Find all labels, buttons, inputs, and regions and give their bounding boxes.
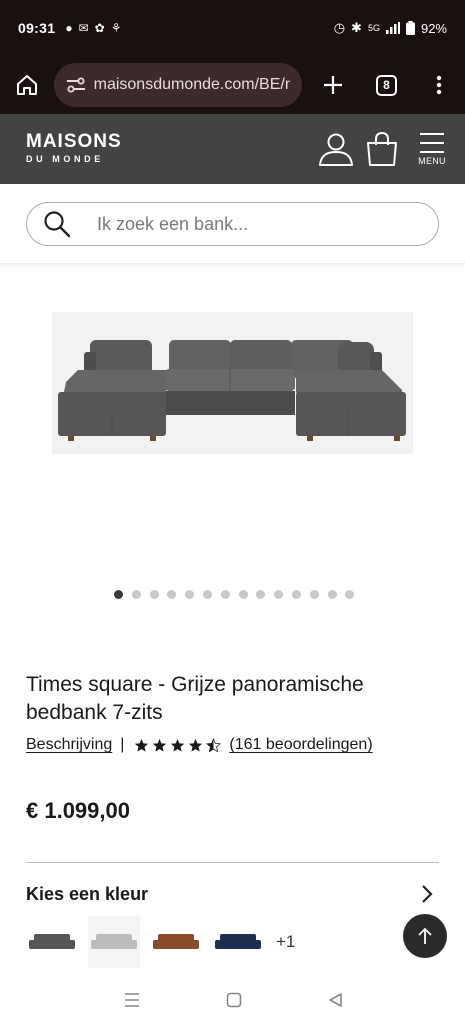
sofa-thumbnail-icon xyxy=(215,934,261,949)
carousel-dot[interactable] xyxy=(202,590,212,599)
mail-icon: ✉ xyxy=(78,21,89,35)
logo[interactable]: MAISONS DU MONDE xyxy=(26,132,122,166)
snapchat-icon: ● xyxy=(65,21,73,35)
carousel-dot[interactable] xyxy=(114,590,123,599)
carousel-dot[interactable] xyxy=(256,590,266,599)
bluetooth-icon: ✱ xyxy=(351,20,362,35)
carousel-dot[interactable] xyxy=(185,590,195,599)
carousel-dot[interactable] xyxy=(345,590,355,599)
rating-stars[interactable] xyxy=(134,737,222,753)
divider xyxy=(26,862,439,863)
sofa-thumbnail-icon xyxy=(91,934,137,949)
description-link[interactable]: Beschrijving xyxy=(26,736,112,754)
sofa-thumbnail-icon xyxy=(29,934,75,949)
color-swatch-light-grey[interactable] xyxy=(88,916,140,968)
network-label: 5G xyxy=(367,23,380,33)
color-swatch-navy[interactable] xyxy=(212,916,264,968)
color-selector-title: Kies een kleur xyxy=(26,883,149,904)
color-swatch-cognac[interactable] xyxy=(150,916,202,968)
user-icon xyxy=(319,133,353,166)
search-placeholder: Ik zoek een bank... xyxy=(97,213,249,234)
sofa-thumbnail-icon xyxy=(153,934,199,949)
chevron-right-icon xyxy=(422,885,433,903)
new-tab-button[interactable] xyxy=(306,56,360,114)
plus-icon xyxy=(323,76,342,94)
fan-icon: ⚘ xyxy=(110,21,122,35)
carousel-dot[interactable] xyxy=(167,590,177,599)
search-section: Ik zoek een bank... xyxy=(0,184,465,264)
logo-top: MAISONS xyxy=(26,131,122,152)
browser-menu-button[interactable] xyxy=(413,56,465,114)
home-nav-icon[interactable] xyxy=(226,992,242,1008)
back-icon[interactable] xyxy=(327,992,343,1008)
status-time: 09:31 xyxy=(18,20,56,36)
search-input[interactable]: Ik zoek een bank... xyxy=(26,202,439,246)
meta-separator: | xyxy=(120,736,125,753)
color-swatches: +1 xyxy=(26,916,295,968)
carousel-dot[interactable] xyxy=(327,590,337,599)
carousel-dot[interactable] xyxy=(220,590,230,599)
product-image[interactable] xyxy=(52,312,413,454)
battery-level: 92% xyxy=(420,20,447,36)
reviews-link[interactable]: (161 beoordelingen) xyxy=(229,736,372,754)
address-bar[interactable]: maisonsdumonde.com/BE/nl/p xyxy=(53,63,303,107)
star-full-icon xyxy=(135,738,149,752)
hamburger-icon xyxy=(420,133,444,153)
signal-icon xyxy=(385,22,400,34)
color-selector-header[interactable]: Kies een kleur xyxy=(26,878,439,910)
more-vertical-icon xyxy=(436,75,442,95)
account-button[interactable] xyxy=(313,119,359,179)
product-meta: Beschrijving | (161 beoordelingen) xyxy=(26,736,373,754)
status-right: ◷ ✱ 5G 92% xyxy=(334,20,447,36)
carousel-dots xyxy=(114,590,355,599)
url-text: maisonsdumonde.com/BE/nl/p xyxy=(93,76,291,93)
site-settings-icon[interactable] xyxy=(66,77,86,93)
star-full-icon xyxy=(189,738,203,752)
more-colors-count[interactable]: +1 xyxy=(276,932,295,952)
home-button[interactable] xyxy=(0,56,54,114)
logo-bottom: DU MONDE xyxy=(26,154,104,164)
star-half-icon xyxy=(206,737,222,752)
carousel-dot[interactable] xyxy=(274,590,284,599)
battery-icon xyxy=(405,21,415,35)
star-full-icon xyxy=(171,738,185,752)
carousel-dot[interactable] xyxy=(291,590,301,599)
status-bar: 09:31 ● ✉ ✿ ⚘ ◷ ✱ 5G 92% xyxy=(0,0,465,56)
system-nav-bar xyxy=(0,976,465,1024)
header-icons: MENU xyxy=(313,119,465,179)
sofa-illustration xyxy=(52,312,413,454)
carousel-dot[interactable] xyxy=(238,590,248,599)
carousel-dot[interactable] xyxy=(149,590,159,599)
menu-label: MENU xyxy=(418,156,446,166)
alarm-icon: ◷ xyxy=(333,20,346,35)
arrow-up-icon xyxy=(418,927,432,944)
home-icon xyxy=(16,75,37,95)
star-full-icon xyxy=(153,738,167,752)
product-price: € 1.099,00 xyxy=(26,798,130,823)
product-title: Times square - Grijze panoramische bedba… xyxy=(26,673,364,724)
site-header: MAISONS DU MONDE MENU xyxy=(0,114,465,184)
color-swatch-dark-grey[interactable] xyxy=(26,916,78,968)
tab-switcher-button[interactable]: 8 xyxy=(360,56,414,114)
recents-icon[interactable] xyxy=(123,992,141,1008)
search-icon xyxy=(44,211,71,238)
menu-button[interactable]: MENU xyxy=(407,119,457,179)
browser-toolbar: maisonsdumonde.com/BE/nl/p 8 xyxy=(0,56,465,114)
scroll-to-top-button[interactable] xyxy=(403,914,447,958)
notification-icons: ● ✉ ✿ ⚘ xyxy=(65,21,121,35)
carousel-dot[interactable] xyxy=(309,590,319,599)
app-icon: ✿ xyxy=(94,21,105,35)
tab-count: 8 xyxy=(376,74,398,96)
cart-button[interactable] xyxy=(359,119,405,179)
carousel-dot[interactable] xyxy=(131,590,141,599)
shopping-bag-icon xyxy=(367,131,397,166)
